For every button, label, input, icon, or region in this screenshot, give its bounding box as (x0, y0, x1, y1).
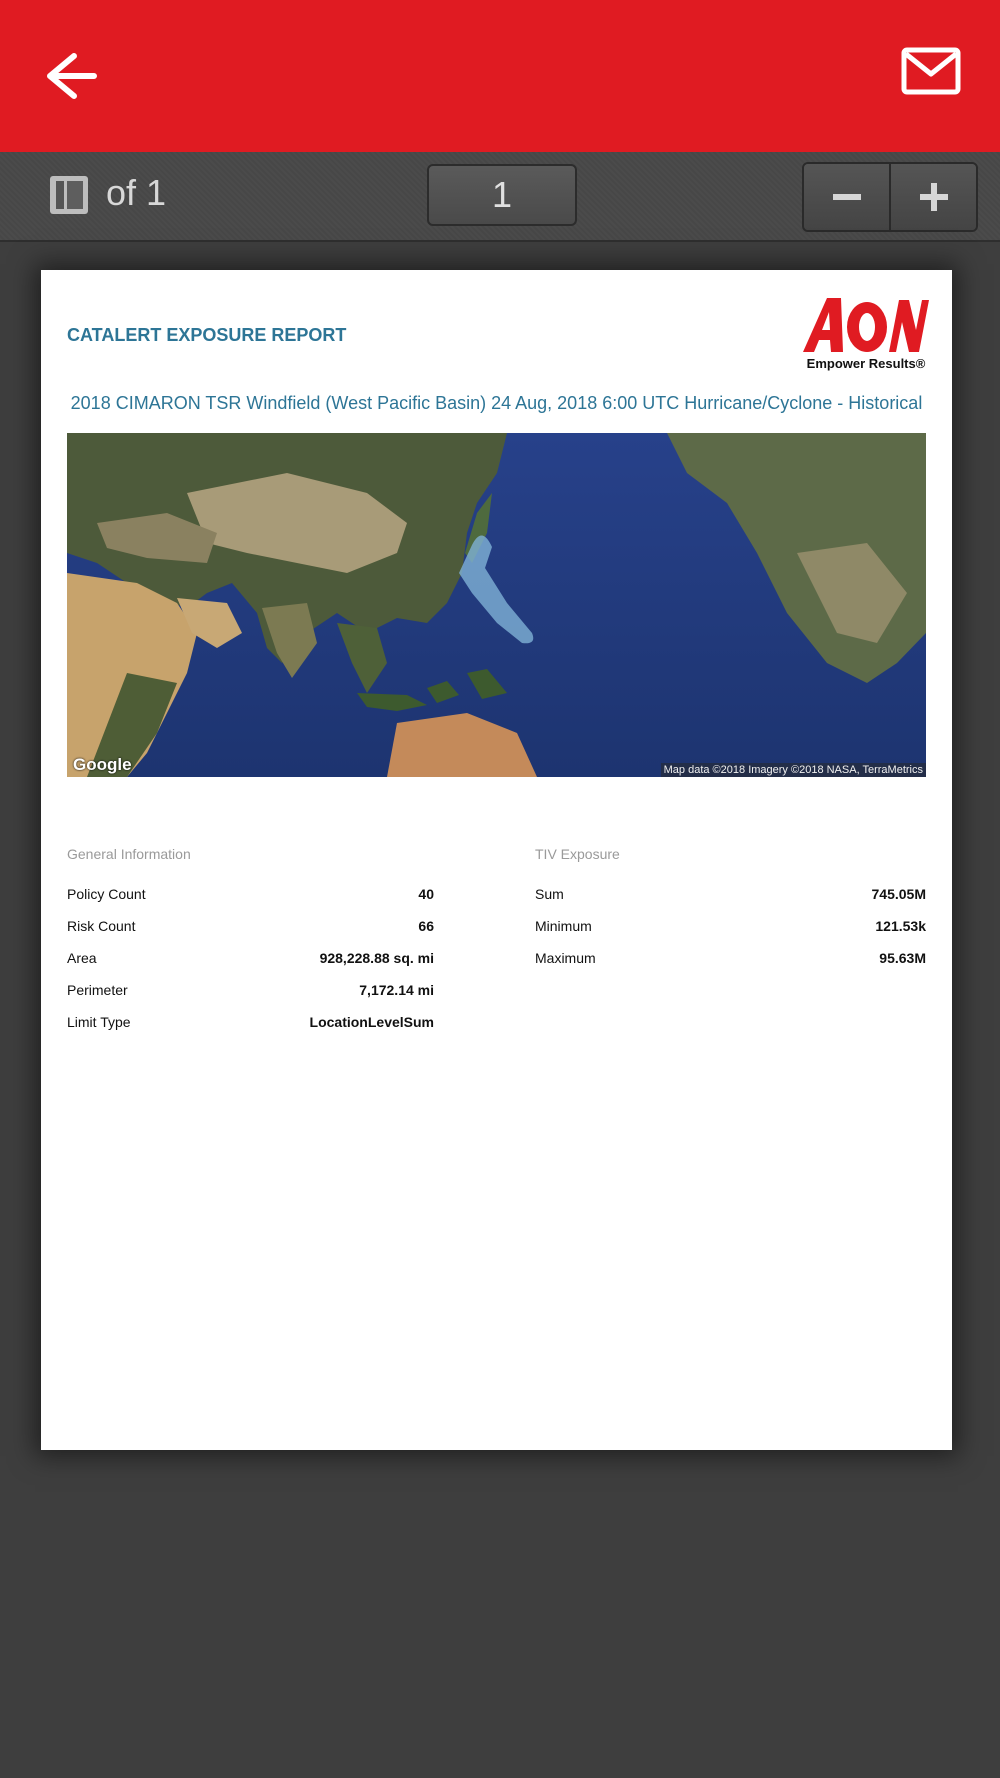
tiv-sum-value: 745.05M (871, 886, 926, 902)
area-value: 928,228.88 sq. mi (319, 950, 434, 966)
aon-logo: Empower Results® (803, 296, 929, 376)
app-bar (0, 0, 1000, 152)
area-label: Area (67, 950, 97, 966)
mail-icon[interactable] (900, 46, 966, 102)
plus-icon (919, 183, 948, 211)
perimeter-value: 7,172.14 mi (359, 982, 434, 998)
satellite-map-image (67, 433, 926, 777)
google-watermark: Google (73, 755, 132, 774)
pdf-toolbar: of 1 1 (0, 152, 1000, 242)
policy-count-label: Policy Count (67, 886, 146, 902)
zoom-out-button[interactable] (804, 164, 889, 230)
perimeter-label: Perimeter (67, 982, 128, 998)
zoom-in-button[interactable] (889, 164, 976, 230)
tiv-exposure-heading: TIV Exposure (535, 846, 620, 862)
exposure-map[interactable]: Google Map data ©2018 Imagery ©2018 NASA… (67, 433, 926, 777)
page-count-label: of 1 (106, 172, 167, 213)
limit-type-label: Limit Type (67, 1014, 131, 1030)
aon-logo-mark (803, 298, 929, 352)
page-number-input[interactable]: 1 (427, 164, 577, 226)
general-info-heading: General Information (67, 846, 191, 862)
tiv-minimum-label: Minimum (535, 918, 592, 934)
limit-type-value: LocationLevelSum (309, 1014, 434, 1030)
minus-icon (832, 194, 861, 200)
tiv-maximum-label: Maximum (535, 950, 596, 966)
risk-count-label: Risk Count (67, 918, 136, 934)
tiv-maximum-value: 95.63M (879, 950, 926, 966)
event-title: 2018 CIMARON TSR Windfield (West Pacific… (70, 393, 923, 413)
sidebar-toggle-icon[interactable] (48, 174, 90, 216)
tiv-sum-label: Sum (535, 886, 564, 902)
risk-count-value: 66 (418, 918, 434, 934)
back-arrow-icon[interactable] (40, 46, 100, 106)
logo-tagline: Empower Results® (806, 356, 926, 371)
report-title: CATALERT EXPOSURE REPORT (67, 325, 347, 345)
policy-count-value: 40 (418, 886, 434, 902)
tiv-minimum-value: 121.53k (875, 918, 926, 934)
zoom-controls (802, 162, 978, 232)
document-page: CATALERT EXPOSURE REPORT Empower Results… (41, 270, 952, 1450)
map-attribution[interactable]: Map data ©2018 Imagery ©2018 NASA, Terra… (660, 763, 926, 777)
